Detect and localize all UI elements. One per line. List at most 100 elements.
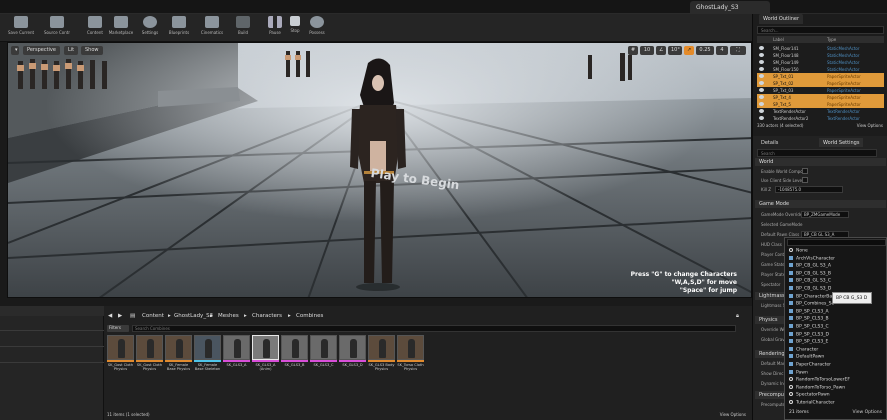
outliner-row[interactable]: TextRenderActor TextRenderActor xyxy=(757,108,884,115)
type-column-header[interactable]: Type xyxy=(827,37,836,42)
outliner-row[interactable]: SP_Txt_02 PaperSpriteActor xyxy=(757,80,884,87)
save-button[interactable]: Save Current xyxy=(8,16,34,40)
outliner-row[interactable]: TextRenderActor2 TextRenderActor xyxy=(757,115,884,122)
pawn-class-option[interactable]: BP_CB_GL S3_A xyxy=(789,263,831,269)
marketplace-button[interactable]: Marketplace xyxy=(108,16,134,40)
eye-icon[interactable] xyxy=(759,67,764,71)
client-side-level-checkbox[interactable] xyxy=(802,177,808,183)
eye-icon[interactable] xyxy=(759,60,764,64)
game-mode-override-select[interactable]: BP_ZMGameMode xyxy=(801,211,849,218)
grid-snap-toggle[interactable]: # xyxy=(628,46,638,55)
world-section[interactable]: World xyxy=(755,158,886,166)
asset-tile[interactable]: SK_Gost Cloth Physics xyxy=(107,335,134,373)
outliner-row[interactable]: SP_Txt_4 PaperSpriteActor xyxy=(757,94,884,101)
build-button[interactable]: Build xyxy=(230,16,256,40)
details-tab[interactable]: Details xyxy=(757,138,782,147)
pawn-class-option[interactable]: BP_SP_CLS3_B xyxy=(789,316,829,322)
possess-button[interactable]: Possess xyxy=(304,16,330,40)
world-settings-tab[interactable]: World Settings xyxy=(819,138,864,147)
pawn-class-option[interactable]: Character xyxy=(789,346,818,352)
pawn-class-option[interactable]: BP_SP_CLS3_D xyxy=(789,331,829,337)
content-button[interactable]: Content xyxy=(82,16,108,40)
pawn-class-option[interactable]: BP_CharacterBase xyxy=(789,293,837,299)
dropdown-search-input[interactable] xyxy=(787,239,886,246)
blueprints-button[interactable]: Blueprints xyxy=(166,16,192,40)
show-button[interactable]: Show xyxy=(81,46,103,55)
outliner-row[interactable]: SM_Floor150 StaticMeshActor xyxy=(757,66,884,73)
filters-button[interactable]: Filters xyxy=(107,325,129,332)
history-forward-icon[interactable]: ▶ xyxy=(118,313,122,319)
perspective-button[interactable]: Perspective xyxy=(23,46,60,55)
asset-tile[interactable]: SK_GLS3_C xyxy=(310,335,337,373)
pawn-class-option[interactable]: BP_SP_CLS3_C xyxy=(789,324,829,330)
camera-speed-button[interactable]: 4 xyxy=(716,46,728,55)
asset-tile[interactable]: SK_GLS3_A xyxy=(223,335,250,373)
outliner-row[interactable]: SP_Txt_01 PaperSpriteActor xyxy=(757,73,884,80)
pawn-class-option[interactable]: SpectatorPawn xyxy=(789,392,830,398)
world-outliner-tab[interactable]: World Outliner xyxy=(759,14,804,24)
pawn-class-option[interactable]: BP_SP_CLS3_A xyxy=(789,308,829,314)
eye-icon[interactable] xyxy=(759,46,764,50)
asset-tile[interactable]: SK_Female Base Physics xyxy=(165,335,192,373)
pawn-class-option[interactable]: BP_CB_GL S3_B xyxy=(789,270,831,276)
eye-icon[interactable] xyxy=(759,109,764,113)
outliner-row[interactable]: SM_Floor148 StaticMeshActor xyxy=(757,52,884,59)
asset-tile[interactable]: SK_GLS3_B xyxy=(281,335,308,373)
pawn-class-option[interactable]: PaperCharacter xyxy=(789,362,831,368)
pawn-class-option[interactable]: DefaultPawn xyxy=(789,354,824,360)
enable-world-composition-checkbox[interactable] xyxy=(802,168,808,174)
viewport-options-button[interactable]: ▾ xyxy=(11,46,19,55)
eye-icon[interactable] xyxy=(759,88,764,92)
rotate-snap-value[interactable]: 10° xyxy=(668,46,682,55)
maximize-viewport-button[interactable]: ⛶ xyxy=(730,46,746,55)
outliner-search-input[interactable]: Search... xyxy=(757,26,884,34)
breadcrumb-meshes[interactable]: Meshes xyxy=(218,313,239,319)
eye-icon[interactable] xyxy=(759,74,764,78)
eye-icon[interactable] xyxy=(759,116,764,120)
pawn-class-option[interactable]: BP_CB_GL S3_C xyxy=(789,278,831,284)
lock-icon[interactable]: 🔒︎ xyxy=(736,313,739,320)
pawn-class-option[interactable]: TutorialCharacter xyxy=(789,400,835,406)
pawn-class-option[interactable]: ArchVisCharacter xyxy=(789,255,835,261)
breadcrumb-content[interactable]: Content xyxy=(142,313,164,319)
level-viewport[interactable]: Play to Begin ▾ Perspective Lit Show # 1… xyxy=(7,42,752,298)
game-mode-section[interactable]: Game Mode xyxy=(755,200,886,208)
details-search-input[interactable]: Search xyxy=(757,149,877,157)
grid-snap-value[interactable]: 10 xyxy=(640,46,654,55)
eye-icon[interactable] xyxy=(759,81,764,85)
pawn-class-option[interactable]: None xyxy=(789,248,808,254)
rotate-snap-toggle[interactable]: ∠ xyxy=(656,46,666,55)
asset-tile[interactable]: SK_Gost Cloth Physics xyxy=(136,335,163,373)
scale-snap-toggle[interactable]: ↗ xyxy=(684,46,694,55)
outliner-row[interactable]: SP_Txt_03 PaperSpriteActor xyxy=(757,87,884,94)
asset-tile[interactable]: SK_Torso Cloth Physics xyxy=(397,335,424,373)
source-control-button[interactable]: Source Control xyxy=(44,16,70,40)
pawn-class-dropdown[interactable]: None ArchVisCharacter BP_CB_GL S3_A BP_CB_G… xyxy=(784,237,887,420)
settings-button[interactable]: Settings xyxy=(137,16,163,40)
breadcrumb-ghostlady[interactable]: GhostLady_S3 xyxy=(174,313,213,319)
dropdown-view-options[interactable]: View Options xyxy=(853,410,882,415)
breadcrumb-combines[interactable]: Combines xyxy=(296,313,323,319)
eye-icon[interactable] xyxy=(759,53,764,57)
asset-tile[interactable]: SK_GLS3_D xyxy=(339,335,366,373)
pawn-class-option[interactable]: BP_SP_CLS3_E xyxy=(789,339,828,345)
level-tab[interactable]: GhostLady_S3 xyxy=(690,1,770,14)
outliner-row[interactable]: SM_Floor141 StaticMeshActor xyxy=(757,45,884,52)
outliner-row[interactable]: SP_Txt_5 PaperSpriteActor xyxy=(757,101,884,108)
content-view-options[interactable]: View Options xyxy=(720,412,746,417)
eye-icon[interactable] xyxy=(759,95,764,99)
kill-z-field[interactable]: -1048575.0 xyxy=(775,186,843,193)
outliner-view-options[interactable]: View Options xyxy=(857,123,883,128)
pawn-class-option[interactable]: BP_CB_GL S3_D xyxy=(789,286,831,292)
scale-snap-value[interactable]: 0.25 xyxy=(696,46,714,55)
history-back-icon[interactable]: ◀ xyxy=(108,313,112,319)
lit-button[interactable]: Lit xyxy=(64,46,79,55)
label-column-header[interactable]: Label xyxy=(773,37,784,42)
content-search-input[interactable]: Search Combines xyxy=(132,325,736,332)
asset-tile[interactable]: SK_Female Base Skeleton xyxy=(194,335,221,373)
asset-tile[interactable]: SK_GLS3 Body Physics xyxy=(368,335,395,373)
pawn-class-option[interactable]: BP_Combines_Sc xyxy=(789,301,834,307)
folder-icon[interactable]: ▤ xyxy=(130,313,135,319)
eye-icon[interactable] xyxy=(759,102,764,106)
pawn-class-option[interactable]: RandomToTorso_Pawn xyxy=(789,384,845,390)
